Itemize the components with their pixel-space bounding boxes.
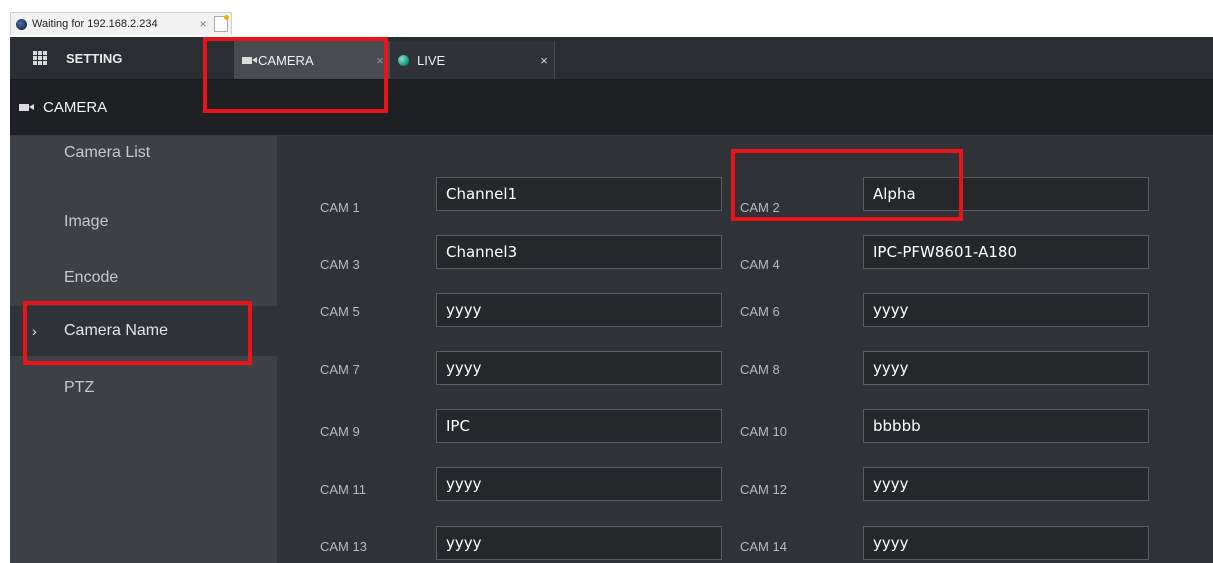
section-title: CAMERA <box>43 99 108 116</box>
browser-tab[interactable]: Waiting for 192.168.2.234 × <box>10 12 232 35</box>
cam-label: CAM 7 <box>320 362 360 377</box>
sidebar-item-label: Image <box>64 213 109 230</box>
sidebar-item-camera-list[interactable]: Camera List <box>10 136 277 186</box>
chevron-right-icon: › <box>32 323 37 339</box>
cam-name-input[interactable] <box>436 177 722 211</box>
cam-label: CAM 10 <box>740 424 787 439</box>
cam-label: CAM 12 <box>740 482 787 497</box>
sidebar-item-label: Encode <box>64 269 119 286</box>
cam-name-input[interactable] <box>436 409 722 443</box>
cam-label: CAM 11 <box>320 482 366 497</box>
cam-name-input[interactable] <box>863 409 1149 443</box>
cam-label: CAM 6 <box>740 304 780 319</box>
cam-label: CAM 3 <box>320 257 360 272</box>
app-window: SETTING CAMERA × LIVE × CAMERA Camera Li… <box>10 37 1213 563</box>
cam-name-input[interactable] <box>436 467 722 501</box>
cam-label: CAM 9 <box>320 424 360 439</box>
cam-label: CAM 5 <box>320 304 360 319</box>
tab-live[interactable]: LIVE × <box>390 41 555 79</box>
sidebar-item-image[interactable]: Image <box>10 197 277 247</box>
camera-name-panel: CAM 1 CAM 2 CAM 3 CAM 4 CAM 5 CAM 6 CAM … <box>278 136 1213 563</box>
cam-label: CAM 4 <box>740 257 780 272</box>
sidebar-item-camera-name[interactable]: › Camera Name <box>10 306 277 356</box>
grid-icon <box>33 51 47 65</box>
cam-label: CAM 13 <box>320 539 367 554</box>
cam-name-input[interactable] <box>863 235 1149 269</box>
sidebar-item-label: PTZ <box>64 379 95 396</box>
sidebar-item-ptz[interactable]: PTZ <box>10 363 277 413</box>
tab-camera-close-icon[interactable]: × <box>370 53 390 68</box>
setting-button[interactable]: SETTING <box>10 37 232 79</box>
cam-label: CAM 8 <box>740 362 780 377</box>
cam-name-input[interactable] <box>436 526 722 560</box>
cam-label: CAM 2 <box>740 200 780 215</box>
cam-label: CAM 14 <box>740 539 787 554</box>
camera-icon <box>242 56 257 64</box>
cam-name-input[interactable] <box>863 526 1149 560</box>
new-tab-icon[interactable] <box>214 15 229 32</box>
section-header: CAMERA <box>10 80 1213 136</box>
sidebar-item-label: Camera Name <box>64 322 169 339</box>
tab-live-label: LIVE <box>417 52 446 68</box>
cam-name-input[interactable] <box>436 351 722 385</box>
cam-label: CAM 1 <box>320 200 360 215</box>
sidebar-item-encode[interactable]: Encode <box>10 253 277 303</box>
top-bar: SETTING CAMERA × LIVE × <box>10 37 1213 80</box>
setting-label: SETTING <box>66 50 123 66</box>
sidebar-item-label: Camera List <box>64 144 151 161</box>
tab-live-close-icon[interactable]: × <box>534 53 554 68</box>
browser-tab-close-icon[interactable]: × <box>196 17 210 31</box>
cam-name-input[interactable] <box>863 293 1149 327</box>
cam-name-input[interactable] <box>863 351 1149 385</box>
browser-tab-title: Waiting for 192.168.2.234 <box>32 18 158 30</box>
cam-name-input[interactable] <box>436 293 722 327</box>
browser-tab-strip: Waiting for 192.168.2.234 × <box>0 0 1213 37</box>
cam-name-input[interactable] <box>863 467 1149 501</box>
live-icon <box>398 54 409 66</box>
sidebar: Camera List Image Encode › Camera Name P… <box>10 136 277 563</box>
cam-name-input[interactable] <box>863 177 1149 211</box>
camera-icon <box>19 104 34 111</box>
globe-icon <box>16 18 27 30</box>
tab-camera-label: CAMERA <box>258 52 314 68</box>
cam-name-input[interactable] <box>436 235 722 269</box>
tab-camera[interactable]: CAMERA × <box>234 41 390 79</box>
